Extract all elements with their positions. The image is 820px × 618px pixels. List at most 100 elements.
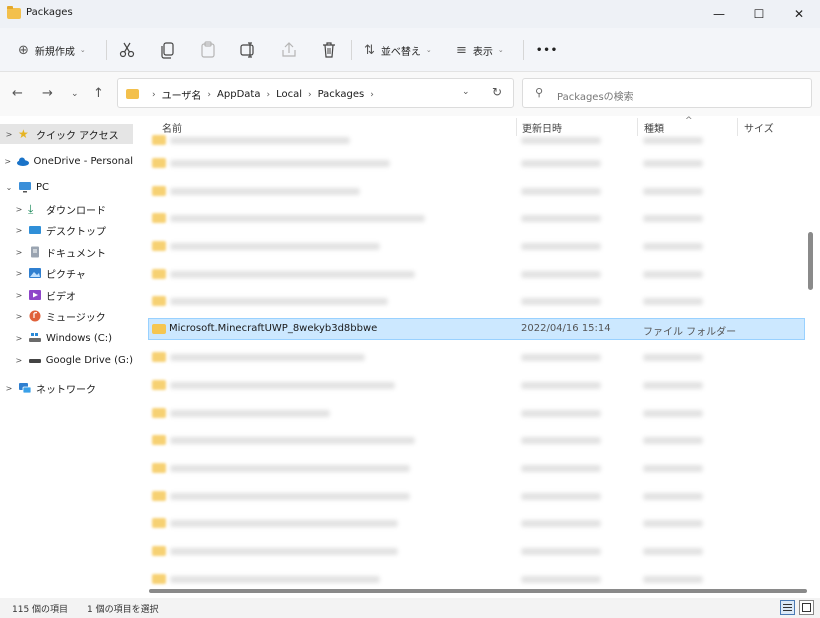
view-button[interactable]: ≡ 表示 ⌄ [456, 38, 504, 62]
breadcrumb-item[interactable]: AppData [217, 89, 260, 100]
sidebar-item-network[interactable]: > ネットワーク [0, 378, 133, 398]
table-row[interactable] [148, 235, 805, 257]
table-row[interactable] [148, 374, 805, 396]
sidebar-item-windows-c[interactable]: > Windows (C:) [0, 328, 133, 348]
chevron-right-icon[interactable]: > [14, 226, 24, 235]
navigation-pane: > ★ クイック アクセス > OneDrive - Personal ⌄ PC… [0, 116, 135, 598]
details-view-button[interactable] [780, 600, 795, 615]
chevron-right-icon[interactable]: › [207, 90, 211, 100]
up-arrow-icon[interactable]: ↑ [93, 86, 104, 101]
breadcrumb-item[interactable]: ユーザ名 [162, 87, 202, 102]
minimize-button[interactable]: — [698, 0, 740, 28]
thumbnail-view-button[interactable] [799, 600, 814, 615]
address-bar[interactable]: › ユーザ名 › AppData › Local › Packages › ⌄ … [117, 78, 514, 108]
breadcrumb-item[interactable]: Local [276, 89, 302, 100]
chevron-right-icon[interactable]: > [14, 205, 24, 214]
refresh-icon[interactable]: ↻ [492, 85, 502, 99]
folder-icon [152, 269, 166, 279]
sidebar-item-desktop[interactable]: > デスクトップ [0, 220, 133, 240]
more-options-button[interactable]: ••• [536, 38, 558, 62]
table-row[interactable] [148, 263, 805, 285]
back-arrow-icon[interactable]: ← [12, 86, 23, 101]
chevron-right-icon[interactable]: > [14, 312, 24, 321]
table-row[interactable] [148, 540, 805, 562]
recent-locations-icon[interactable]: ⌄ [71, 89, 79, 99]
table-row[interactable] [148, 180, 805, 202]
paste-icon[interactable] [198, 40, 218, 60]
file-date: 2022/04/16 15:14 [521, 323, 611, 334]
folder-icon [152, 135, 166, 145]
blurred-text [170, 298, 388, 305]
file-name: Microsoft.MinecraftUWP_8wekyb3d8bbwe [169, 323, 378, 334]
cut-icon[interactable] [117, 40, 137, 60]
blurred-text [643, 298, 703, 305]
blurred-text [643, 465, 703, 472]
drive-icon [28, 332, 42, 344]
blurred-text [521, 410, 601, 417]
divider [106, 40, 107, 60]
table-row[interactable] [148, 512, 805, 534]
blurred-text [521, 137, 601, 144]
table-row[interactable] [148, 129, 805, 151]
chevron-right-icon[interactable]: > [4, 384, 14, 393]
blurred-text [521, 298, 601, 305]
table-row[interactable] [148, 290, 805, 312]
video-icon [28, 289, 42, 301]
chevron-right-icon[interactable]: > [4, 130, 14, 139]
search-input[interactable]: ⚲ Packagesの検索 [522, 78, 812, 108]
chevron-right-icon[interactable]: > [4, 157, 12, 166]
table-row[interactable] [148, 402, 805, 424]
sidebar-item-onedrive[interactable]: > OneDrive - Personal [0, 151, 133, 171]
chevron-down-icon[interactable]: ⌄ [4, 183, 14, 192]
desktop-icon [28, 224, 42, 236]
blurred-text [170, 548, 398, 555]
folder-icon [152, 435, 166, 445]
sidebar-item-videos[interactable]: > ビデオ [0, 285, 133, 305]
music-icon [28, 310, 42, 322]
forward-arrow-icon[interactable]: → [42, 86, 53, 101]
sidebar-item-documents[interactable]: > ドキュメント [0, 242, 133, 262]
sidebar-item-pictures[interactable]: > ピクチャ [0, 263, 133, 283]
chevron-right-icon[interactable]: › [308, 90, 312, 100]
sort-button[interactable]: ⇅ 並べ替え ⌄ [364, 38, 432, 62]
table-row[interactable] [148, 485, 805, 507]
table-row[interactable] [148, 568, 805, 590]
address-row: ← → ⌄ ↑ › ユーザ名 › AppData › Local › Packa… [0, 72, 820, 116]
share-icon[interactable] [279, 40, 299, 60]
sidebar-item-label: Windows (C:) [46, 332, 112, 344]
horizontal-scrollbar[interactable] [149, 589, 807, 593]
sidebar-item-label: ミュージック [46, 312, 106, 324]
sidebar-item-pc[interactable]: ⌄ PC [0, 177, 133, 197]
chevron-right-icon[interactable]: › [152, 90, 156, 100]
table-row[interactable] [148, 457, 805, 479]
table-row[interactable] [148, 429, 805, 451]
delete-icon[interactable] [319, 40, 339, 60]
chevron-right-icon[interactable]: > [14, 291, 24, 300]
chevron-right-icon[interactable]: > [14, 248, 24, 257]
sidebar-item-google-drive[interactable]: > Google Drive (G:) [0, 350, 133, 370]
close-button[interactable]: ✕ [778, 0, 820, 28]
table-row[interactable] [148, 207, 805, 229]
chevron-right-icon[interactable]: › [370, 90, 374, 100]
chevron-right-icon[interactable]: › [266, 90, 270, 100]
chevron-right-icon[interactable]: > [14, 269, 24, 278]
blurred-text [170, 410, 330, 417]
chevron-right-icon[interactable]: > [14, 356, 24, 365]
sidebar-item-downloads[interactable]: > ⤓ ダウンロード [0, 199, 133, 219]
address-dropdown-icon[interactable]: ⌄ [462, 87, 470, 97]
table-row-selected[interactable]: Microsoft.MinecraftUWP_8wekyb3d8bbwe 202… [148, 318, 805, 340]
breadcrumb-item[interactable]: Packages [318, 89, 365, 100]
sidebar-item-quick-access[interactable]: > ★ クイック アクセス [0, 124, 133, 144]
vertical-scrollbar[interactable] [808, 232, 813, 290]
table-row[interactable] [148, 152, 805, 174]
copy-icon[interactable] [158, 40, 178, 60]
rename-icon[interactable] [238, 40, 258, 60]
table-row[interactable] [148, 346, 805, 368]
blurred-text [170, 354, 365, 361]
blurred-text [643, 137, 703, 144]
sidebar-item-music[interactable]: > ミュージック [0, 306, 133, 326]
maximize-button[interactable]: ☐ [738, 0, 780, 28]
chevron-right-icon[interactable]: > [14, 334, 24, 343]
new-button[interactable]: ⊕ 新規作成 ⌄ [18, 38, 86, 62]
folder-icon [152, 213, 166, 223]
